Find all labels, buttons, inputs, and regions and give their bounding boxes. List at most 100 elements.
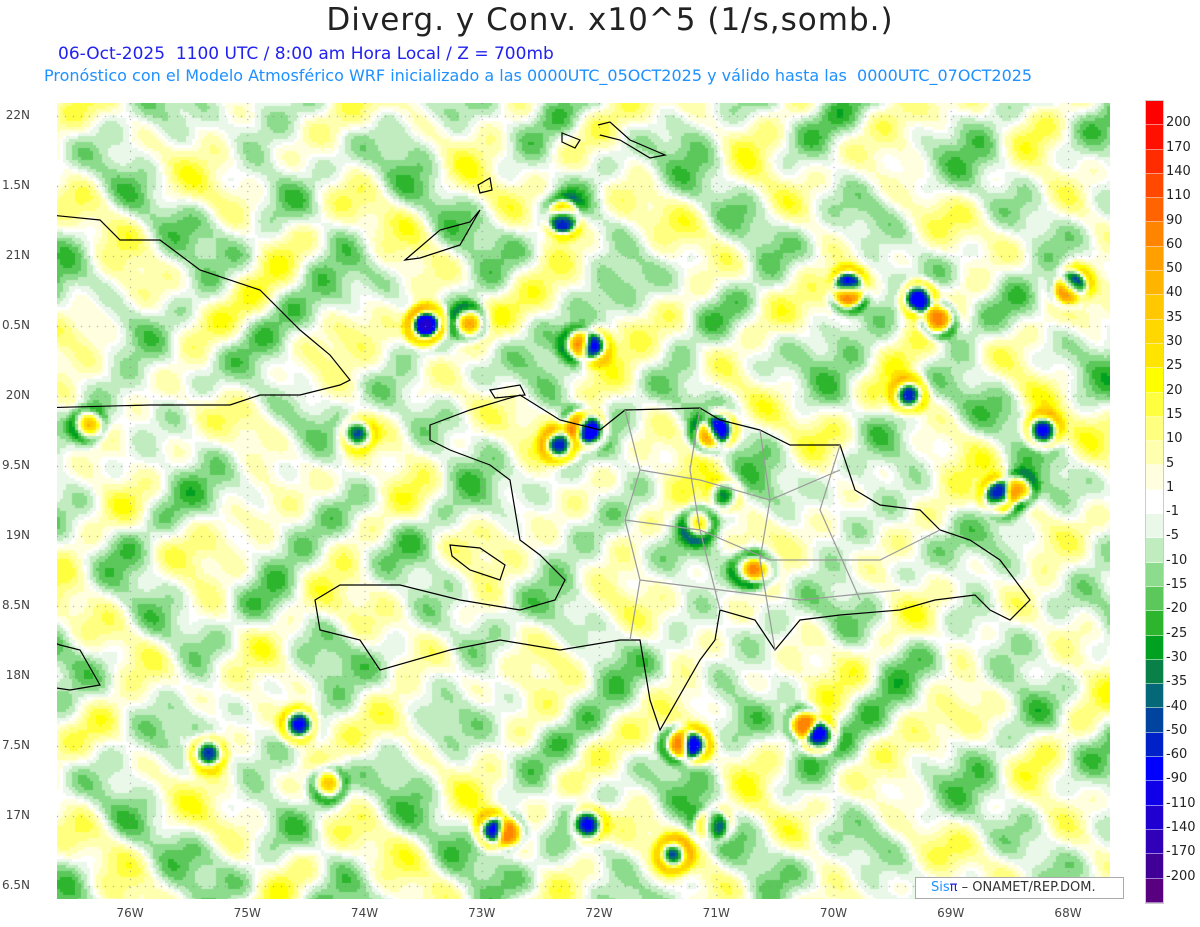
province-boundary (639, 469, 841, 501)
lon-label: 71W (702, 906, 730, 920)
credit-box: Sisπ – ONAMET/REP.DOM. (915, 877, 1124, 899)
colorbar-swatch (1146, 343, 1163, 369)
colorbar-swatch (1146, 149, 1163, 174)
colorbar-swatch (1146, 854, 1163, 879)
lat-label: 21N (5, 248, 30, 262)
lon-label: 74W (350, 906, 379, 920)
colorbar-label: -60 (1166, 747, 1188, 763)
lat-label: 1.5N (1, 178, 30, 192)
colorbar-swatch (1146, 295, 1163, 320)
credit-text: – ONAMET/REP.DOM. (957, 880, 1096, 895)
colorbar-swatch (1146, 173, 1163, 199)
colorbar-swatch (1146, 319, 1163, 344)
province-boundary (759, 429, 776, 651)
colorbar-label: -15 (1166, 577, 1188, 592)
lat-label: 9.5N (1, 458, 30, 472)
colorbar-swatch (1146, 101, 1163, 126)
colorbar-label: -140 (1166, 820, 1196, 835)
turks-island (597, 121, 668, 159)
lat-label: 22N (5, 108, 30, 122)
model-info-line: Pronóstico con el Modelo Atmosférico WRF… (44, 66, 1033, 85)
colorbar-label: -170 (1166, 844, 1196, 860)
colorbar-swatch (1146, 489, 1163, 515)
lat-label: 7.5N (1, 738, 30, 752)
map-title: Diverg. y Conv. x10^5 (1/s,somb.) (326, 2, 894, 38)
gonave-island (449, 544, 506, 581)
colorbar-label: -200 (1166, 868, 1196, 884)
colorbar-label: 15 (1166, 406, 1183, 422)
colorbar-swatch (1146, 878, 1163, 903)
colorbar-swatch (1146, 805, 1163, 830)
colorbar-label: 1 (1166, 479, 1175, 495)
lat-label: 6.5N (1, 878, 30, 892)
colorbar-label: -1 (1166, 504, 1179, 520)
lon-label: 72W (585, 906, 613, 920)
divergence-map (57, 103, 1110, 899)
lat-label: 18N (5, 668, 30, 682)
jamaica-coastline (57, 643, 101, 691)
colorbar-label: 170 (1166, 139, 1191, 155)
lat-label: 19N (5, 528, 30, 542)
lat-label: 8.5N (1, 598, 30, 612)
colorbar-swatch (1146, 514, 1163, 539)
colorbar-label: 200 (1166, 115, 1191, 131)
hispaniola-coastline (314, 394, 1031, 732)
colorbar-swatch (1146, 392, 1163, 417)
colorbar-label: 35 (1166, 309, 1183, 325)
colorbar-label: 90 (1166, 212, 1183, 228)
colorbar-swatch (1146, 635, 1163, 660)
colorbar-label: -90 (1166, 771, 1188, 787)
bahamas-island (403, 209, 481, 261)
lon-label: 73W (468, 906, 496, 920)
province-boundary (624, 519, 941, 561)
colorbar-label: 25 (1166, 358, 1183, 374)
colorbar-swatch (1146, 611, 1163, 636)
province-boundary (819, 444, 861, 601)
colorbar-label: -40 (1166, 698, 1188, 714)
colorbar-swatch (1146, 416, 1163, 442)
colorbar-swatch (1146, 271, 1163, 296)
colorbar-label: -50 (1166, 722, 1188, 738)
lat-label: 0.5N (1, 318, 30, 332)
colorbar-label: 110 (1166, 188, 1191, 204)
province-boundary (624, 409, 641, 641)
colorbar-swatch (1146, 586, 1163, 612)
colorbar-label: 40 (1166, 285, 1183, 301)
colorbar-swatch (1146, 465, 1163, 490)
colorbar-label: 50 (1166, 261, 1183, 277)
lon-label: 68W (1054, 906, 1082, 920)
colorbar-label: 10 (1166, 431, 1183, 447)
colorbar-swatch (1146, 732, 1163, 758)
colorbar-swatch (1146, 198, 1163, 223)
lon-label: 76W (116, 906, 144, 920)
colorbar-swatch (1146, 708, 1163, 733)
tortuga-island (489, 384, 526, 399)
colorbar-label: 60 (1166, 236, 1183, 252)
map-overlay (57, 121, 1031, 732)
colorbar-swatch (1146, 441, 1163, 466)
inagua-island (477, 177, 493, 194)
lon-label: 75W (233, 906, 261, 920)
colorbar-label: -5 (1166, 528, 1179, 544)
lon-label: 70W (819, 906, 848, 920)
colorbar-label: -20 (1166, 601, 1188, 617)
colorbar-swatch (1146, 368, 1163, 393)
colorbar-swatch (1146, 757, 1163, 782)
colorbar-swatch (1146, 538, 1163, 563)
colorbar-label: -10 (1166, 552, 1188, 568)
lat-label: 17N (5, 808, 30, 822)
colorbar-label: 20 (1166, 382, 1183, 398)
caicos-island (561, 132, 581, 149)
colorbar-label: -35 (1166, 674, 1188, 690)
colorbar-label: -30 (1166, 649, 1188, 665)
colorbar (1145, 100, 1164, 904)
colorbar-label: 30 (1166, 334, 1183, 349)
colorbar-swatch (1146, 684, 1163, 709)
colorbar-swatch (1146, 246, 1163, 272)
province-boundary (689, 407, 721, 611)
colorbar-swatch (1146, 829, 1163, 855)
province-boundary (639, 579, 901, 601)
colorbar-label: -110 (1166, 795, 1196, 811)
lon-label: 69W (937, 906, 965, 920)
credit-sis: Sis (931, 880, 950, 895)
